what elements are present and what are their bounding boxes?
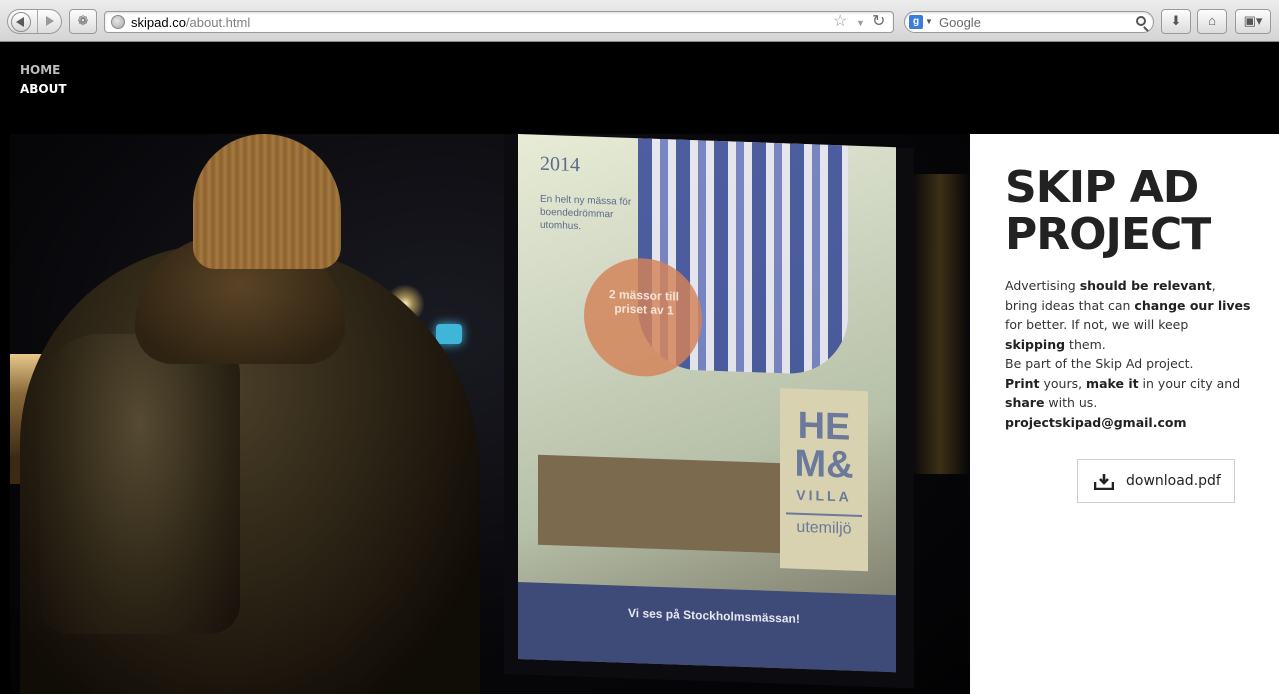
download-icon: [1094, 474, 1114, 490]
about-email-line: projectskipad@gmail.com: [1005, 413, 1250, 433]
address-bar[interactable]: skipad.co/about.html ☆ ▼ ↻: [104, 11, 894, 33]
about-line-6: Print yours, make it in your city and: [1005, 374, 1250, 394]
reload-icon[interactable]: ↻: [872, 12, 885, 32]
billboard-logo-line-4: utemiljö: [786, 512, 862, 540]
billboard-logo-line-2: M&: [794, 442, 854, 487]
url-path: /about.html: [185, 15, 251, 30]
title-line-2: PROJECT: [1005, 209, 1211, 260]
contact-email[interactable]: projectskipad@gmail.com: [1005, 415, 1186, 430]
browser-toolbar: ❁ skipad.co/about.html ☆ ▼ ↻ g ▼ Google …: [0, 0, 1279, 42]
about-line-1: Advertising should be relevant,: [1005, 276, 1250, 296]
text-change-our-lives: change our lives: [1134, 297, 1251, 313]
search-icon[interactable]: [1136, 16, 1146, 26]
back-button[interactable]: [11, 12, 31, 32]
nav-divider: [37, 10, 38, 33]
forward-button[interactable]: [41, 15, 57, 29]
downloads-button[interactable]: ⬇: [1161, 9, 1191, 34]
about-line-3: for better. If not, we will keep: [1005, 317, 1189, 332]
billboard-copy: En helt ny mässa för boendedrömmar utomh…: [540, 193, 632, 233]
cabinet-light: [910, 174, 970, 474]
text-yours: yours,: [1039, 375, 1087, 391]
billboard: 2014 En helt ny mässa för boendedrömmar …: [518, 134, 896, 673]
history-dropdown-icon[interactable]: ▼: [856, 13, 865, 33]
bookmark-star-icon[interactable]: ☆: [833, 12, 847, 32]
hero-photo: 2014 En helt ny mässa för boendedrömmar …: [10, 134, 970, 694]
billboard-logo: HE M& VILLA utemiljö: [780, 388, 868, 572]
text-should-be-relevant: should be relevant: [1079, 278, 1212, 293]
billboard-footer: Vi ses på Stockholmsmässan!: [518, 582, 896, 673]
engine-dropdown-icon[interactable]: ▼: [925, 12, 933, 32]
text-in-your-city: in your city and: [1138, 375, 1241, 391]
page-title: SKIP AD PROJECT: [1005, 164, 1265, 258]
text-with-us: with us.: [1044, 395, 1098, 410]
about-line-7: share with us.: [1005, 393, 1250, 413]
text-comma: ,: [1211, 278, 1216, 293]
globe-icon: [111, 15, 125, 29]
search-bar[interactable]: g ▼ Google: [904, 11, 1154, 33]
text-make-it: make it: [1086, 375, 1139, 391]
nav-home-link[interactable]: HOME: [20, 61, 67, 80]
search-placeholder[interactable]: Google: [939, 14, 981, 31]
site-identity-button[interactable]: ❁: [69, 9, 97, 34]
page-content: HOME ABOUT 2014 En helt ny mässa för boe…: [0, 42, 1279, 694]
nav-buttons: [7, 9, 62, 34]
text-print: Print: [1005, 375, 1040, 391]
billboard-year: 2014: [540, 152, 580, 177]
download-pdf-button[interactable]: download.pdf: [1077, 459, 1235, 503]
url-text[interactable]: skipad.co/about.html: [131, 14, 250, 31]
about-text: Advertising should be relevant, bring id…: [1005, 276, 1250, 432]
billboard-circle-text: 2 mässor till priset av 1: [608, 287, 680, 318]
billboard-logo-line-3: VILLA: [796, 486, 852, 505]
site-nav: HOME ABOUT: [20, 61, 67, 99]
backpack: [40, 334, 240, 634]
bookmarks-button[interactable]: ▣▾: [1235, 9, 1271, 34]
nav-about-link[interactable]: ABOUT: [20, 80, 67, 99]
home-button[interactable]: ⌂: [1197, 9, 1227, 34]
download-pdf-label: download.pdf: [1126, 473, 1221, 489]
beanie-hat: [193, 134, 341, 269]
url-host: skipad.co: [131, 15, 186, 30]
blue-sign: [436, 324, 462, 344]
about-line-2: bring ideas that can change our lives: [1005, 296, 1250, 316]
text-them: them.: [1065, 336, 1106, 352]
text-bring-ideas: bring ideas that can: [1005, 297, 1135, 313]
google-engine-icon[interactable]: g: [909, 15, 923, 29]
billboard-logo-line-1: HE: [797, 404, 851, 449]
about-line-4: skipping them.: [1005, 335, 1250, 355]
billboard-footer-text: Vi ses på Stockholmsmässan!: [628, 605, 800, 626]
title-line-1: SKIP AD: [1005, 162, 1199, 213]
text-skipping: skipping: [1005, 336, 1066, 352]
text-share: share: [1005, 395, 1045, 410]
text-advertising: Advertising: [1005, 278, 1080, 293]
about-panel: SKIP AD PROJECT Advertising should be re…: [970, 134, 1279, 694]
about-line-5: Be part of the Skip Ad project.: [1005, 356, 1194, 371]
